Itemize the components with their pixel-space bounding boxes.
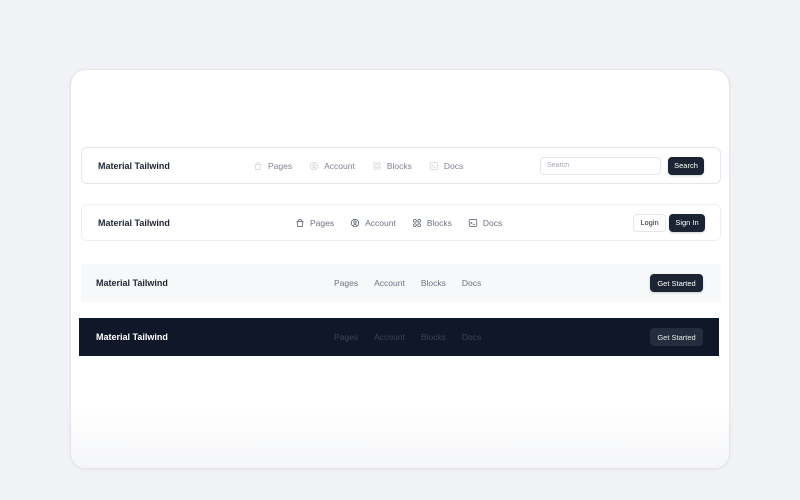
squares-icon — [372, 161, 382, 171]
nav-link-account[interactable]: Account — [374, 278, 405, 288]
nav-link-pages[interactable]: Pages — [295, 218, 334, 228]
nav-links: Pages Account Blocks Docs — [334, 278, 497, 288]
navbar-with-auth: Material Tailwind Pages Account Blocks D… — [81, 204, 721, 241]
nav-link-docs[interactable]: Docs — [462, 278, 481, 288]
nav-link-label: Blocks — [386, 160, 412, 171]
user-circle-icon — [350, 218, 360, 228]
nav-link-blocks[interactable]: Blocks — [412, 218, 452, 228]
navbar-dark-cta: Material Tailwind Pages Account Blocks D… — [79, 318, 719, 356]
nav-link-blocks[interactable]: Blocks — [421, 278, 446, 288]
search-button[interactable]: Search — [668, 156, 704, 175]
nav-link-pages[interactable]: Pages — [253, 161, 292, 171]
nav-link-account[interactable]: Account — [309, 161, 355, 171]
get-started-button[interactable]: Get Started — [650, 274, 703, 292]
get-started-button[interactable]: Get Started — [650, 328, 703, 346]
nav-links: Pages Account Blocks Docs — [253, 161, 480, 171]
nav-links: Pages Account Blocks Docs — [295, 218, 518, 228]
user-circle-icon — [309, 161, 319, 171]
nav-link-blocks[interactable]: Blocks — [421, 332, 446, 342]
brand-logo[interactable]: Material Tailwind — [98, 218, 170, 228]
terminal-icon — [429, 161, 439, 171]
nav-link-blocks[interactable]: Blocks — [372, 161, 412, 171]
nav-link-pages[interactable]: Pages — [334, 332, 358, 342]
nav-link-label: Docs — [443, 160, 464, 171]
nav-link-label: Account — [324, 160, 355, 171]
nav-link-label: Blocks — [426, 217, 452, 228]
shopping-bag-icon — [295, 218, 305, 228]
nav-link-docs[interactable]: Docs — [462, 332, 481, 342]
search-input[interactable] — [540, 156, 661, 175]
squares-icon — [412, 218, 422, 228]
login-button[interactable]: Login — [633, 213, 666, 232]
nav-link-docs[interactable]: Docs — [429, 161, 463, 171]
nav-links: Pages Account Blocks Docs — [334, 332, 497, 342]
shopping-bag-icon — [253, 161, 263, 171]
nav-link-label: Pages — [268, 160, 293, 171]
nav-link-label: Docs — [482, 217, 503, 228]
brand-logo[interactable]: Material Tailwind — [96, 278, 168, 288]
brand-logo[interactable]: Material Tailwind — [96, 332, 168, 342]
brand-logo[interactable]: Material Tailwind — [98, 161, 170, 171]
preview-card: Material Tailwind Pages Account Blocks D… — [70, 69, 730, 469]
card-bottom-fade — [71, 408, 729, 468]
navbar-light-cta: Material Tailwind Pages Account Blocks D… — [81, 264, 721, 302]
nav-link-account[interactable]: Account — [374, 332, 405, 342]
nav-link-pages[interactable]: Pages — [334, 278, 358, 288]
nav-link-label: Account — [365, 217, 396, 228]
terminal-icon — [468, 218, 478, 228]
nav-link-label: Pages — [310, 217, 335, 228]
sign-in-button[interactable]: Sign In — [669, 213, 705, 232]
nav-link-docs[interactable]: Docs — [468, 218, 502, 228]
navbar-with-search: Material Tailwind Pages Account Blocks D… — [81, 147, 721, 184]
nav-link-account[interactable]: Account — [350, 218, 396, 228]
